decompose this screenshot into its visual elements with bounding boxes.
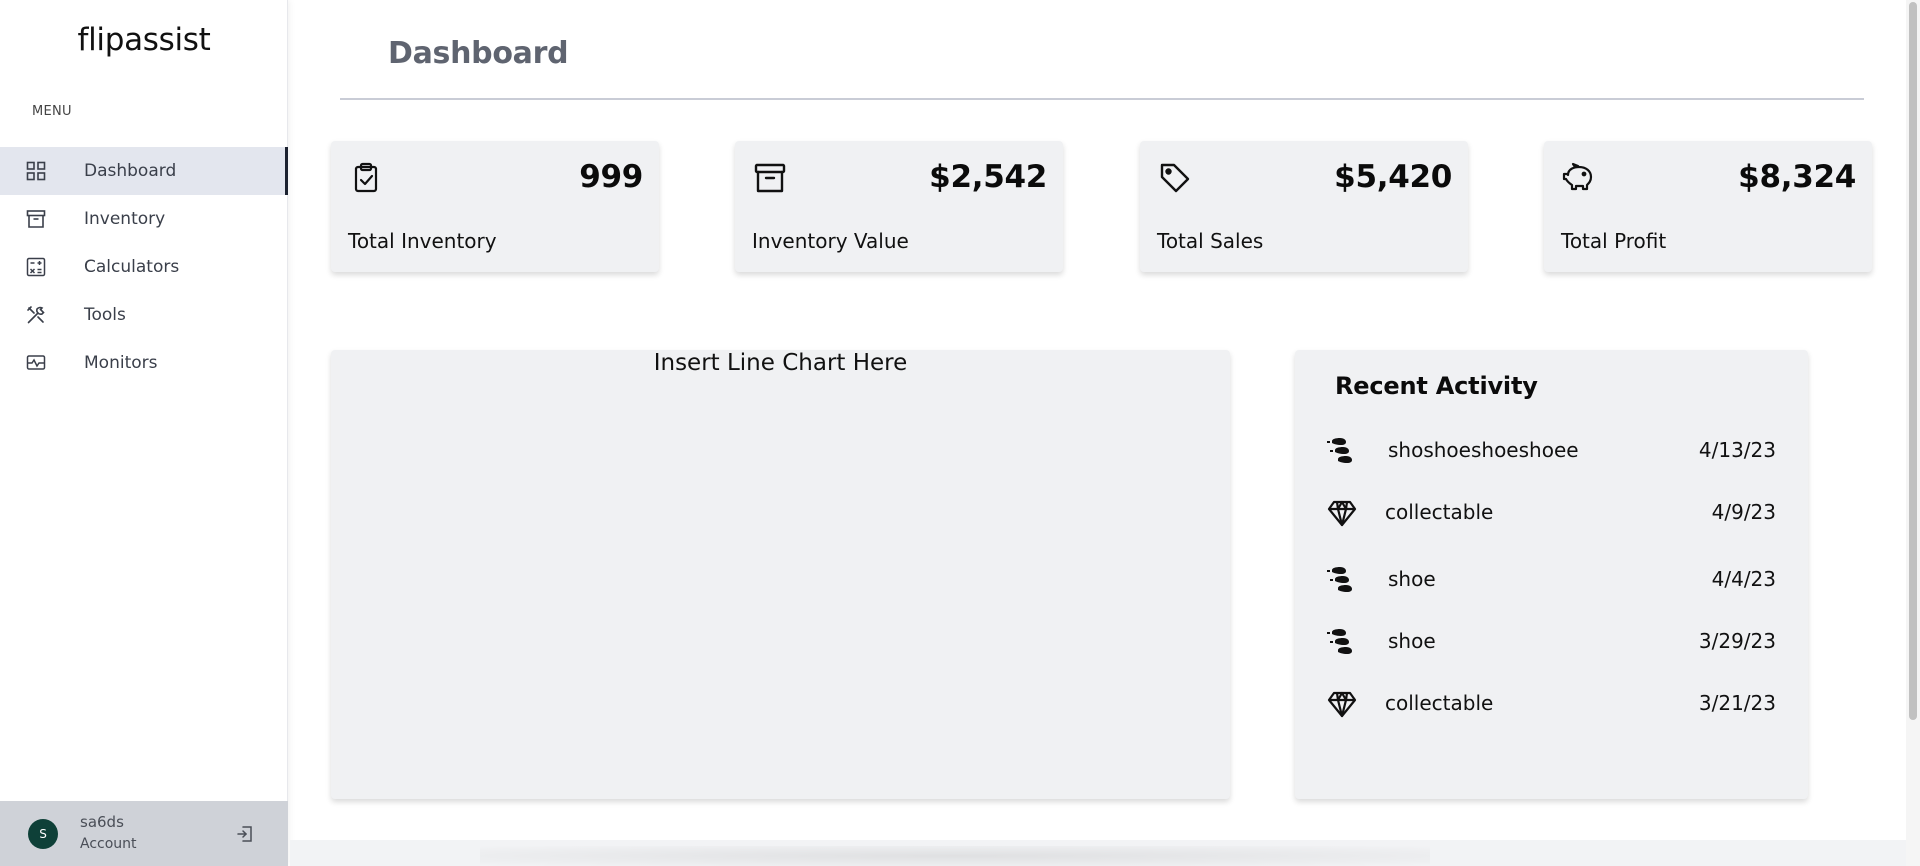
calculator-icon <box>25 256 47 278</box>
activity-item-date: 4/13/23 <box>1698 438 1776 462</box>
account-panel[interactable]: S sa6ds Account <box>0 801 288 866</box>
list-item[interactable]: collectable 3/21/23 <box>1295 684 1808 724</box>
activity-item-name: collectable <box>1385 691 1494 715</box>
clipboard-check-icon <box>349 161 383 195</box>
tag-icon <box>1158 161 1192 195</box>
activity-item-name: shoshoeshoeshoee <box>1388 438 1579 462</box>
app-logo[interactable]: flipassist <box>0 22 288 58</box>
sidebar: flipassist MENU Dashboard Inventory Calc… <box>0 0 288 866</box>
bottom-shadow <box>480 846 1430 866</box>
stat-value: $5,420 <box>1334 159 1452 195</box>
shoe-icon <box>1325 435 1359 467</box>
archive-icon <box>25 208 47 230</box>
sidebar-item-dashboard[interactable]: Dashboard <box>0 147 288 195</box>
vertical-scrollbar[interactable] <box>1906 0 1920 866</box>
stat-label: Total Inventory <box>348 229 497 253</box>
stat-card-total-sales: $5,420 Total Sales <box>1140 141 1468 272</box>
account-name: sa6ds <box>80 813 124 831</box>
archive-icon <box>753 161 787 195</box>
page-title: Dashboard <box>388 36 569 71</box>
logout-icon[interactable] <box>235 824 255 844</box>
stat-value: 999 <box>579 159 643 195</box>
activity-item-date: 3/29/23 <box>1698 629 1776 653</box>
shoe-icon <box>1325 626 1359 658</box>
stat-label: Inventory Value <box>752 229 909 253</box>
chart-card: Insert Line Chart Here <box>331 350 1230 799</box>
header-divider <box>340 98 1864 100</box>
account-label: Account <box>80 836 137 852</box>
list-item[interactable]: shoe 4/4/23 <box>1295 560 1808 600</box>
sidebar-item-tools[interactable]: Tools <box>0 291 288 339</box>
diamond-icon <box>1325 497 1359 529</box>
list-item[interactable]: shoe 3/29/23 <box>1295 622 1808 662</box>
recent-activity-card: Recent Activity shoshoeshoeshoee 4/13/23… <box>1295 350 1808 799</box>
shoe-icon <box>1325 564 1359 596</box>
sidebar-item-label: Inventory <box>84 209 166 229</box>
grid-icon <box>25 160 47 182</box>
list-item[interactable]: shoshoeshoeshoee 4/13/23 <box>1295 431 1808 471</box>
sidebar-item-inventory[interactable]: Inventory <box>0 195 288 243</box>
activity-item-name: collectable <box>1385 500 1494 524</box>
sidebar-item-label: Calculators <box>84 257 180 277</box>
stat-card-total-inventory: 999 Total Inventory <box>331 141 659 272</box>
monitor-icon <box>25 352 47 374</box>
stat-label: Total Profit <box>1561 229 1667 253</box>
chart-placeholder-text: Insert Line Chart Here <box>653 350 908 376</box>
activity-item-date: 4/4/23 <box>1711 567 1776 591</box>
sidebar-nav: Dashboard Inventory Calculators Tools Mo… <box>0 147 288 387</box>
stat-card-total-profit: $8,324 Total Profit <box>1544 141 1872 272</box>
stat-card-inventory-value: $2,542 Inventory Value <box>735 141 1063 272</box>
stat-label: Total Sales <box>1157 229 1264 253</box>
sidebar-item-label: Dashboard <box>84 161 177 181</box>
avatar[interactable]: S <box>28 819 58 849</box>
activity-item-name: shoe <box>1388 567 1436 591</box>
piggy-bank-icon <box>1562 161 1596 195</box>
stat-value: $2,542 <box>929 159 1047 195</box>
activity-item-date: 4/9/23 <box>1711 500 1776 524</box>
activity-item-name: shoe <box>1388 629 1436 653</box>
sidebar-item-calculators[interactable]: Calculators <box>0 243 288 291</box>
activity-item-date: 3/21/23 <box>1698 691 1776 715</box>
sidebar-item-label: Monitors <box>84 353 158 373</box>
scrollbar-thumb[interactable] <box>1909 2 1917 720</box>
sidebar-item-label: Tools <box>84 305 126 325</box>
tools-icon <box>25 304 47 326</box>
recent-activity-title: Recent Activity <box>1335 372 1538 400</box>
diamond-icon <box>1325 688 1359 720</box>
menu-label: MENU <box>32 104 72 119</box>
stat-value: $8,324 <box>1738 159 1856 195</box>
list-item[interactable]: collectable 4/9/23 <box>1295 493 1808 533</box>
sidebar-item-monitors[interactable]: Monitors <box>0 339 288 387</box>
